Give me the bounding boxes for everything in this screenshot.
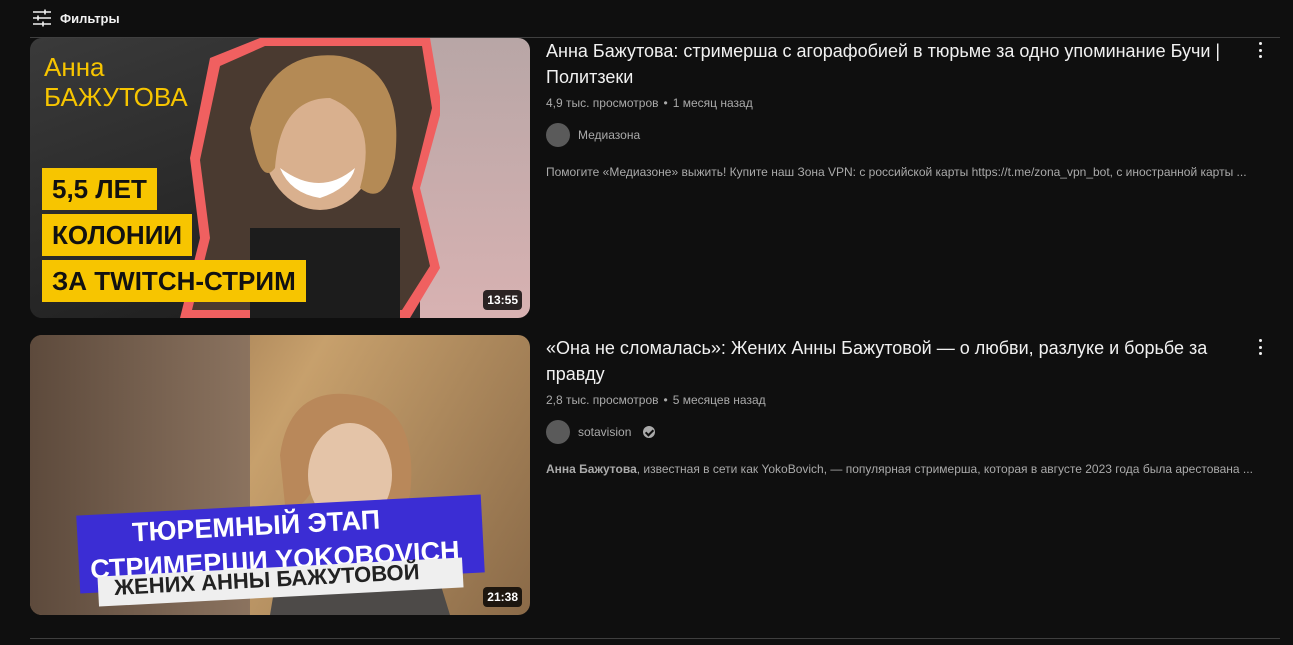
filters-button[interactable]: Фильтры <box>32 8 120 28</box>
video-thumbnail[interactable]: ТЮРЕМНЫЙ ЭТАП СТРИМЕРШИ YOKOBOVICH ЖЕНИХ… <box>30 335 530 615</box>
video-result: ТЮРЕМНЫЙ ЭТАП СТРИМЕРШИ YOKOBOVICH ЖЕНИХ… <box>30 335 1280 615</box>
video-description: Анна Бажутова, известная в сети как Yoko… <box>546 462 1258 476</box>
meta-separator: • <box>663 96 668 110</box>
channel-name[interactable]: Медиазона <box>578 128 640 142</box>
thumbnail-caption-2: КОЛОНИИ <box>42 214 193 256</box>
more-actions-button[interactable] <box>1254 337 1266 357</box>
video-thumbnail[interactable]: Анна БАЖУТОВА 5,5 ЛЕТ КОЛОНИИ ЗА TWITCH-… <box>30 38 530 318</box>
video-description: Помогите «Медиазоне» выжить! Купите наш … <box>546 165 1247 179</box>
upload-date: 5 месяцев назад <box>672 393 766 407</box>
description-text: , известная в сети как YokoBovich, — поп… <box>636 462 1253 476</box>
video-duration: 21:38 <box>483 587 522 607</box>
verified-icon <box>643 426 656 438</box>
channel-name[interactable]: sotavision <box>578 425 631 439</box>
channel-row: Медиазона <box>546 123 1246 147</box>
video-result: Анна БАЖУТОВА 5,5 ЛЕТ КОЛОНИИ ЗА TWITCH-… <box>30 38 1280 320</box>
more-actions-button[interactable] <box>1254 40 1266 60</box>
view-count: 2,8 тыс. просмотров <box>546 393 659 407</box>
video-info: Анна Бажутова: стримерша с агорафобией в… <box>546 38 1247 179</box>
view-count: 4,9 тыс. просмотров <box>546 96 659 110</box>
video-meta: 4,9 тыс. просмотров • 1 месяц назад <box>546 96 1246 110</box>
filters-label: Фильтры <box>60 10 120 26</box>
thumbnail-caption-3: ЗА TWITCH-СТРИМ <box>42 260 306 302</box>
divider-bottom <box>30 638 1280 639</box>
description-highlight: Анна Бажутова <box>546 462 637 476</box>
channel-avatar[interactable] <box>546 123 570 147</box>
thumbnail-caption-1: 5,5 ЛЕТ <box>42 168 157 210</box>
video-title[interactable]: Анна Бажутова: стримерша с агорафобией в… <box>546 38 1246 90</box>
channel-row: sotavision <box>546 420 1246 444</box>
thumbnail-name: Анна БАЖУТОВА <box>44 52 188 112</box>
video-title[interactable]: «Она не сломалась»: Жених Анны Бажутовой… <box>546 335 1246 387</box>
channel-avatar[interactable] <box>546 420 570 444</box>
video-duration: 13:55 <box>483 290 522 310</box>
more-vert-icon <box>1258 42 1262 45</box>
video-meta: 2,8 тыс. просмотров • 5 месяцев назад <box>546 393 1246 407</box>
filters-icon <box>33 9 51 27</box>
upload-date: 1 месяц назад <box>672 96 753 110</box>
meta-separator: • <box>663 393 668 407</box>
more-vert-icon <box>1258 339 1262 342</box>
video-info: «Она не сломалась»: Жених Анны Бажутовой… <box>546 335 1253 476</box>
